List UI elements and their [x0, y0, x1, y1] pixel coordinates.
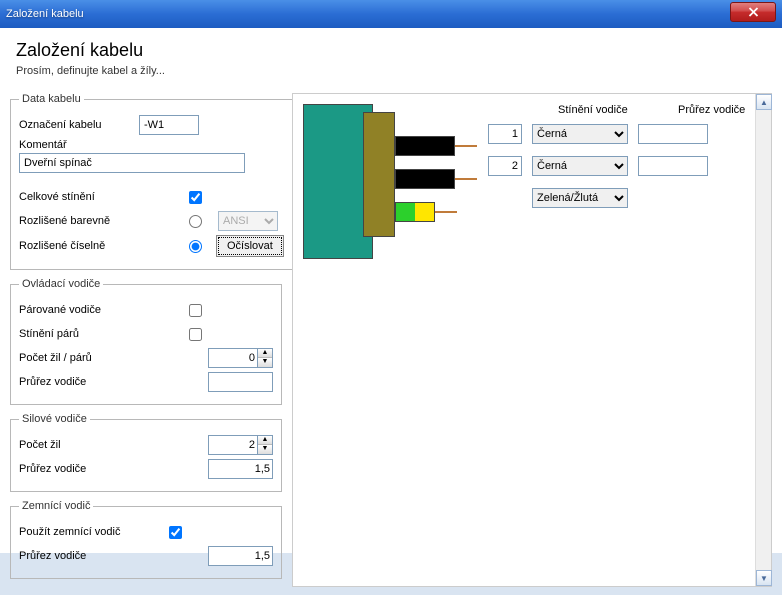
wire-1-tip-graphic [455, 145, 477, 147]
checkbox-parovane-vodice[interactable] [189, 304, 202, 317]
label-zemnici-prurez: Průřez vodiče [19, 550, 139, 562]
spinner-silove-pocet-zil[interactable]: ▲▼ [258, 435, 273, 455]
input-wire-2-index[interactable] [488, 156, 522, 176]
label-silove-pocet-zil: Počet žil [19, 439, 139, 451]
input-zemnici-prurez[interactable] [208, 546, 273, 566]
label-oznaceni-kabelu: Označení kabelu [19, 119, 139, 131]
wire-ground-tip-graphic [435, 211, 457, 213]
titlebar: Založení kabelu [0, 0, 782, 28]
wire-row-ground: Zelená/Žlutá [532, 188, 745, 208]
close-button[interactable] [730, 2, 776, 22]
select-wire-2-color[interactable]: Černá [532, 156, 628, 176]
cable-preview-panel: Stínění vodiče Průřez vodiče Černá Černá… [292, 93, 772, 587]
label-rozlisene-ciselne: Rozlišené číselně [19, 240, 139, 252]
header-prurez-vodice: Průřez vodiče [678, 104, 745, 116]
label-komentar: Komentář [19, 139, 284, 151]
wire-1-graphic [395, 136, 455, 156]
input-wire-1-index[interactable] [488, 124, 522, 144]
scrollbar-vertical[interactable]: ▲ ▼ [755, 94, 771, 586]
header-stineni-vodice: Stínění vodiče [558, 104, 654, 116]
input-wire-1-crosssection[interactable] [638, 124, 708, 144]
page-subtitle: Prosím, definujte kabel a žíly... [16, 65, 766, 77]
group-silove-vodice: Silové vodiče Počet žil ▲▼ Průřez vodiče [10, 413, 282, 492]
label-pouzit-zemnici: Použít zemnící vodič [19, 526, 139, 538]
select-wire-1-color[interactable]: Černá [532, 124, 628, 144]
cable-inner-graphic [363, 112, 395, 237]
input-ovladaci-pocet-zil[interactable] [208, 348, 258, 368]
legend-silove-vodice: Silové vodiče [19, 413, 90, 425]
legend-ovladaci-vodice: Ovládací vodiče [19, 278, 103, 290]
legend-data-kabelu: Data kabelu [19, 93, 84, 105]
wire-row-2: Černá [488, 156, 745, 176]
legend-zemnici-vodic: Zemnící vodič [19, 500, 93, 512]
content-area: Založení kabelu Prosím, definujte kabel … [0, 28, 782, 553]
label-rozlisene-barevne: Rozlišené barevně [19, 215, 139, 227]
window-title: Založení kabelu [6, 8, 776, 20]
group-ovladaci-vodice: Ovládací vodiče Párované vodiče Stínění … [10, 278, 282, 405]
label-ovladaci-pocet-zil: Počet žil / párů [19, 352, 139, 364]
button-ocislovat[interactable]: Očíslovat [216, 235, 284, 257]
label-ovladaci-prurez: Průřez vodiče [19, 376, 139, 388]
input-ovladaci-prurez[interactable] [208, 372, 273, 392]
checkbox-stineni-paru[interactable] [189, 328, 202, 341]
wire-row-1: Černá [488, 124, 745, 144]
radio-rozlisene-ciselne[interactable] [189, 240, 202, 253]
select-wire-ground-color[interactable]: Zelená/Žlutá [532, 188, 628, 208]
wire-2-graphic [395, 169, 455, 189]
page-header: Založení kabelu Prosím, definujte kabel … [0, 28, 782, 85]
input-wire-2-crosssection[interactable] [638, 156, 708, 176]
group-zemnici-vodic: Zemnící vodič Použít zemnící vodič Průře… [10, 500, 282, 579]
label-stineni-paru: Stínění párů [19, 328, 139, 340]
select-ansi: ANSI [218, 211, 278, 231]
page-title: Založení kabelu [16, 40, 766, 61]
input-komentar[interactable] [19, 153, 245, 173]
input-silove-prurez[interactable] [208, 459, 273, 479]
checkbox-celkove-stineni[interactable] [189, 191, 202, 204]
scroll-down-button[interactable]: ▼ [756, 570, 772, 586]
radio-rozlisene-barevne[interactable] [189, 215, 202, 228]
spinner-ovladaci-pocet-zil[interactable]: ▲▼ [258, 348, 273, 368]
wire-ground-graphic [395, 202, 435, 222]
input-oznaceni-kabelu[interactable] [139, 115, 199, 135]
group-data-kabelu: Data kabelu Označení kabelu Komentář Cel… [10, 93, 293, 270]
wire-2-tip-graphic [455, 178, 477, 180]
checkbox-pouzit-zemnici[interactable] [169, 526, 182, 539]
label-celkove-stineni: Celkové stínění [19, 191, 139, 203]
label-parovane-vodice: Párované vodiče [19, 304, 139, 316]
scroll-up-button[interactable]: ▲ [756, 94, 772, 110]
label-silove-prurez: Průřez vodiče [19, 463, 139, 475]
input-silove-pocet-zil[interactable] [208, 435, 258, 455]
